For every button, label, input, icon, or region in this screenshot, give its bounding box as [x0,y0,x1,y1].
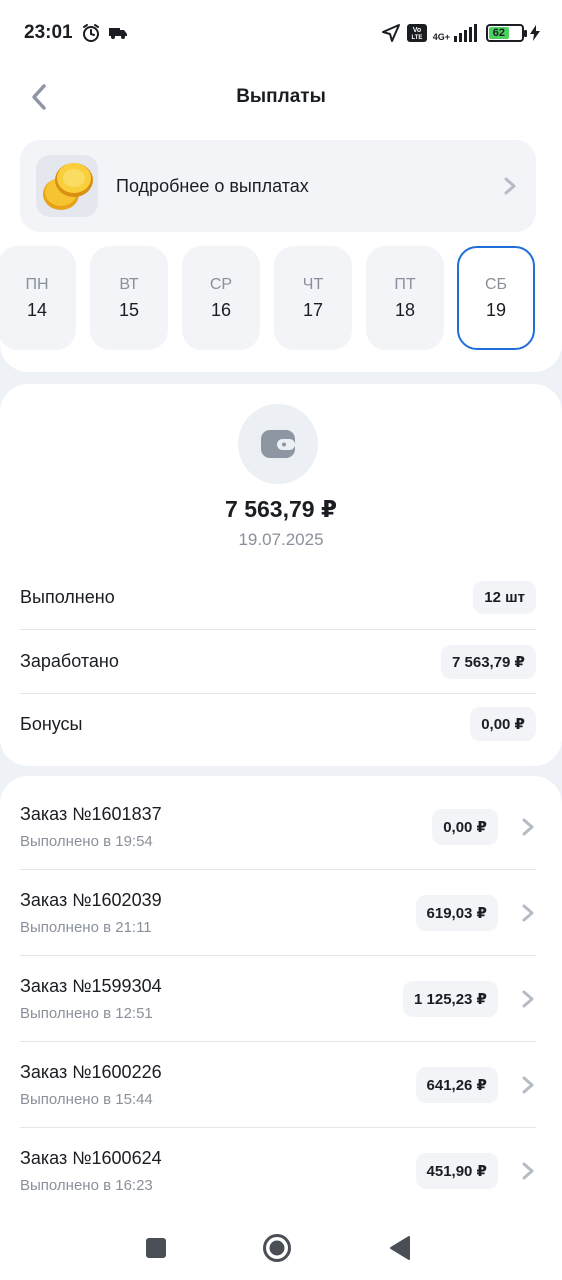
order-texts: Заказ №1599304 Выполнено в 12:51 [20,976,403,1022]
chevron-right-icon [500,176,520,196]
daily-summary: 7 563,79 ₽ 19.07.2025 Выполнено 12 шт За… [0,384,562,766]
order-item[interactable]: Заказ №1602039 Выполнено в 21:11 619,03 … [20,870,536,956]
day-name: СР [209,275,233,293]
battery-icon: 62 [486,24,527,42]
chevron-right-icon [520,1075,536,1095]
summary-row-completed: Выполнено 12 шт [20,566,536,630]
summary-label: Бонусы [20,713,83,734]
order-amount: 1 125,23 ₽ [403,980,498,1017]
triangle-back-icon [390,1236,410,1260]
order-texts: Заказ №1602039 Выполнено в 21:11 [20,890,416,936]
svg-text:LTE: LTE [411,35,422,41]
svg-text:Vo: Vo [413,27,421,34]
order-title: Заказ №1600226 [20,1061,162,1082]
summary-value: 7 563,79 ₽ [441,644,536,679]
wallet-icon [238,404,318,484]
day-selector: ПН 14 ВТ 15 СР 16 ЧТ 17 ПТ 18 СБ 19 [0,246,562,350]
summary-label: Выполнено [20,587,115,607]
day-number: 19 [485,299,507,320]
battery-level: 62 [489,27,509,39]
network-type-label: 4G+ [432,32,450,42]
orders-list: Заказ №1601837 Выполнено в 19:54 0,00 ₽ … [0,776,562,1216]
order-item[interactable]: Заказ №1599304 Выполнено в 12:51 1 125,2… [20,956,536,1042]
status-left: 23:01 [24,22,127,44]
day-item-tue[interactable]: ВТ 15 [90,246,168,350]
order-texts: Заказ №1600624 Выполнено в 16:23 [20,1148,416,1194]
chevron-right-icon [520,817,536,837]
order-completed-time: Выполнено в 12:51 [20,1004,153,1022]
order-title: Заказ №1599304 [20,975,162,996]
day-item-thu[interactable]: ЧТ 17 [274,246,352,350]
day-item-wed[interactable]: СР 16 [182,246,260,350]
app-header: Выплаты [0,66,562,128]
system-nav-bar [0,1216,562,1280]
order-title: Заказ №1602039 [20,889,162,910]
day-item-mon[interactable]: ПН 14 [0,246,76,350]
order-amount: 0,00 ₽ [432,808,498,845]
day-name: ВТ [119,275,139,293]
order-completed-time: Выполнено в 16:23 [20,1177,153,1194]
day-item-fri[interactable]: ПТ 18 [366,246,444,350]
cellular-signal-icon: 4G+ [433,24,480,42]
truck-icon [108,26,127,40]
status-bar: 23:01 Vo LTE 4G+ 62 [0,0,562,66]
order-item[interactable]: Заказ №1600624 Выполнено в 16:23 451,90 … [20,1128,536,1214]
square-icon [146,1238,166,1258]
total-amount: 7 563,79 ₽ [225,496,337,522]
order-amount: 641,26 ₽ [415,1066,498,1103]
back-button[interactable] [22,80,56,114]
payout-info-card[interactable]: Подробнее о выплатах [20,140,536,232]
battery-percent: 62 [492,27,506,39]
order-completed-time: Выполнено в 19:54 [20,832,153,850]
day-name: СБ [484,275,508,293]
day-item-sat[interactable]: СБ 19 [457,246,535,350]
home-button[interactable] [261,1232,293,1264]
day-name: ПН [25,275,49,293]
day-number: 16 [210,299,232,320]
volte-icon: Vo LTE [406,24,427,42]
page-title: Выплаты [236,86,326,107]
alarm-icon [81,23,101,43]
top-section: Подробнее о выплатах ПН 14 ВТ 15 СР 16 Ч… [0,128,562,372]
day-number: 14 [26,299,48,320]
order-amount: 451,90 ₽ [415,1153,498,1189]
day-number: 18 [394,299,416,320]
status-right: Vo LTE 4G+ 62 [381,23,540,43]
day-number: 15 [118,299,140,320]
order-completed-time: Выполнено в 15:44 [20,1090,153,1108]
back-nav-button[interactable] [384,1232,416,1264]
summary-value: 0,00 ₽ [470,707,536,741]
chevron-right-icon [520,903,536,923]
order-texts: Заказ №1601837 Выполнено в 19:54 [20,804,432,850]
location-arrow-icon [381,23,401,43]
chevron-right-icon [520,1161,536,1181]
order-item[interactable]: Заказ №1600226 Выполнено в 15:44 641,26 … [20,1042,536,1128]
payout-info-label: Подробнее о выплатах [116,175,309,196]
coins-icon [36,155,98,217]
order-title: Заказ №1601837 [20,803,162,824]
order-texts: Заказ №1600226 Выполнено в 15:44 [20,1062,416,1108]
order-title: Заказ №1600624 [20,1148,162,1168]
circle-icon [263,1234,291,1262]
order-completed-time: Выполнено в 21:11 [20,918,152,936]
day-name: ПТ [394,275,416,293]
summary-row-earned: Заработано 7 563,79 ₽ [20,630,536,694]
chevron-left-icon [32,84,46,110]
day-number: 17 [302,299,324,320]
recent-apps-button[interactable] [140,1232,172,1264]
order-item[interactable]: Заказ №1601837 Выполнено в 19:54 0,00 ₽ [20,784,536,870]
summary-label: Заработано [20,651,119,671]
summary-value: 12 шт [473,581,536,614]
day-name: ЧТ [302,275,324,293]
summary-row-bonuses: Бонусы 0,00 ₽ [20,692,536,756]
order-amount: 619,03 ₽ [415,894,498,931]
chevron-right-icon [520,989,536,1009]
status-time: 23:01 [24,22,73,43]
total-date: 19.07.2025 [238,530,324,549]
charging-bolt-icon [530,25,540,41]
